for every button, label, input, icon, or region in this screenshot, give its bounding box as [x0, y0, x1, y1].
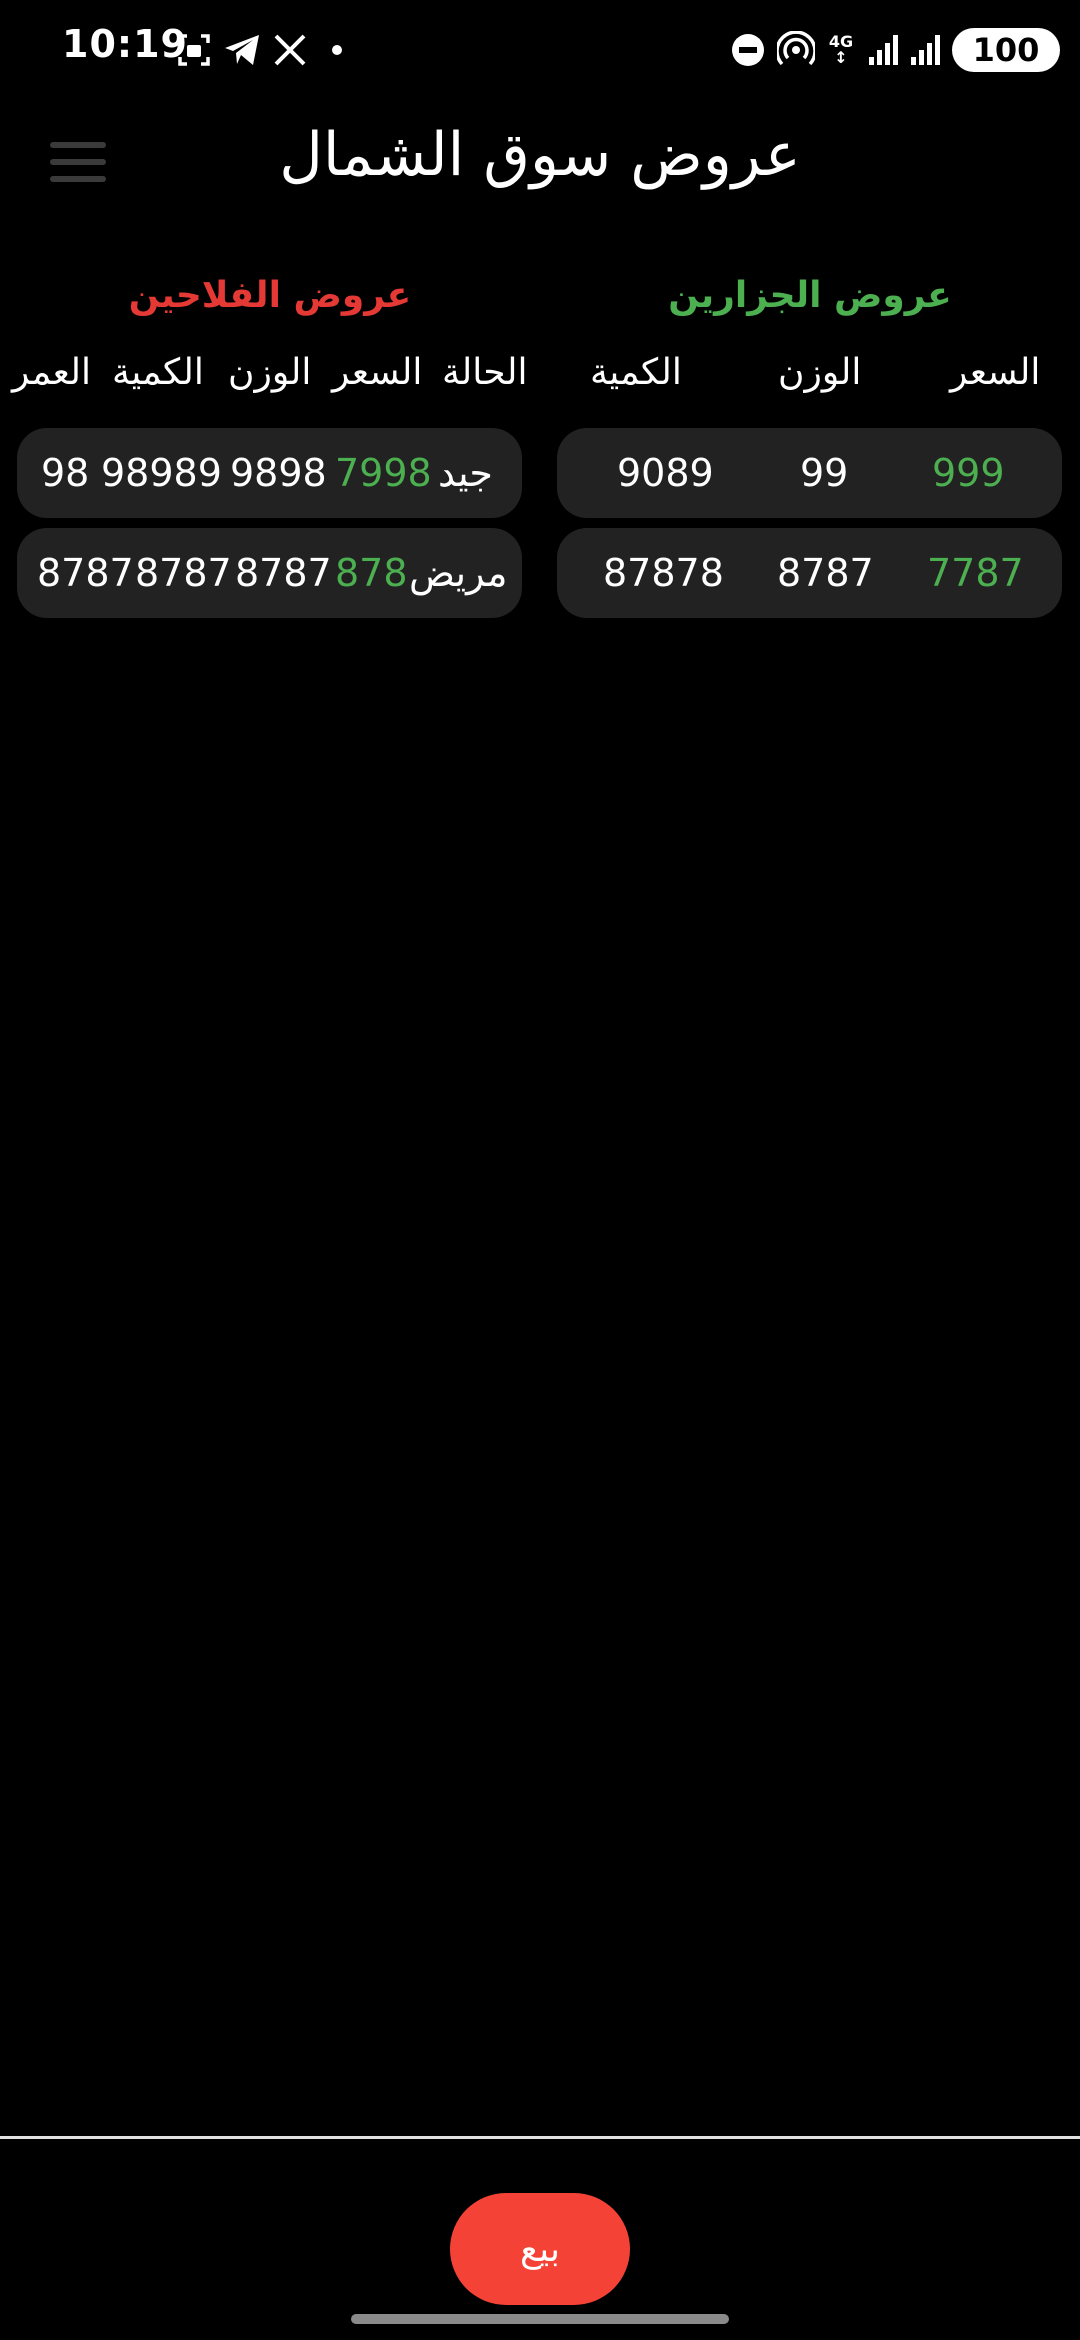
- butcher-quantity: 87878: [603, 551, 724, 595]
- signal-icon: [866, 28, 902, 72]
- x-icon: [272, 28, 308, 72]
- farmer-condition: جيد: [438, 451, 493, 495]
- butcher-price: 7787: [927, 551, 1024, 595]
- butcher-offer-row[interactable]: 7787 8787 87878: [557, 528, 1062, 618]
- farmer-weight: 9898: [230, 451, 327, 495]
- farmer-price: 878: [335, 551, 408, 595]
- status-bar: 10:19 4G ↕ 100: [0, 0, 1080, 100]
- butcher-price: 999: [932, 451, 1005, 495]
- farmer-age: 8787: [37, 551, 134, 595]
- battery-indicator: 100: [952, 28, 1060, 72]
- farmers-col-age: العمر: [12, 352, 92, 393]
- sell-button[interactable]: بيع: [450, 2193, 630, 2305]
- page-title: عروض سوق الشمال: [279, 120, 801, 190]
- screenshot-icon: [176, 28, 212, 72]
- farmer-condition: مريض: [409, 551, 508, 595]
- butchers-section-title: عروض الجزارين: [668, 275, 952, 316]
- dnd-icon: [730, 28, 766, 72]
- butchers-col-price: السعر: [950, 352, 1041, 393]
- butcher-weight: 99: [800, 451, 849, 495]
- farmer-price: 7998: [335, 451, 432, 495]
- butcher-quantity: 9089: [617, 451, 714, 495]
- farmer-offer-row[interactable]: جيد 7998 9898 98989 98: [17, 428, 522, 518]
- farmer-age: 98: [41, 451, 90, 495]
- dot-icon: [330, 28, 344, 72]
- farmer-weight: 8787: [235, 551, 332, 595]
- butcher-offer-row[interactable]: 999 99 9089: [557, 428, 1062, 518]
- farmers-col-condition: الحالة: [442, 352, 528, 393]
- butchers-col-quantity: الكمية: [590, 352, 682, 393]
- farmers-col-weight: الوزن: [228, 352, 312, 393]
- farmers-col-price: السعر: [332, 352, 423, 393]
- farmers-col-quantity: الكمية: [112, 352, 204, 393]
- farmer-quantity: 8787: [135, 551, 232, 595]
- data-arrows-icon: ↕: [834, 48, 848, 67]
- signal-icon: [908, 28, 944, 72]
- farmer-offer-row[interactable]: مريض 878 8787 8787 8787: [17, 528, 522, 618]
- bottom-divider: [0, 2136, 1080, 2139]
- status-time: 10:19: [62, 22, 188, 66]
- home-indicator[interactable]: [351, 2314, 729, 2324]
- telegram-icon: [222, 28, 262, 72]
- farmers-section-title: عروض الفلاحين: [128, 275, 412, 316]
- butchers-col-weight: الوزن: [778, 352, 862, 393]
- hotspot-icon: [776, 28, 816, 72]
- network-type: 4G ↕: [826, 28, 856, 72]
- butcher-weight: 8787: [777, 551, 874, 595]
- farmer-quantity: 98989: [101, 451, 222, 495]
